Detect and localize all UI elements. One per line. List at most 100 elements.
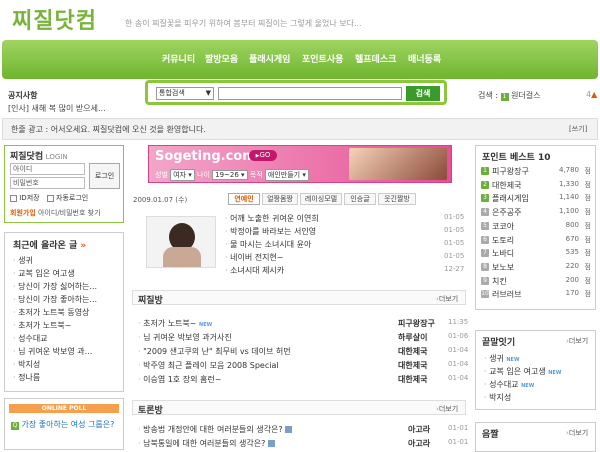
signup-link[interactable]: 회원가입 — [10, 209, 36, 217]
point-member-name[interactable]: 피구왕장구 — [492, 166, 529, 177]
banner-go-button[interactable]: ▶GO — [249, 150, 277, 161]
debate-board-header: 토론방 ›더보기 — [132, 400, 466, 416]
relay-item[interactable]: · 교복 입은 여고생 NEW — [484, 366, 561, 377]
celeb-post-date: 01-05 — [444, 213, 465, 221]
jjil-post-date: 01-04 — [448, 360, 469, 368]
auto-login-checkbox[interactable] — [46, 194, 54, 202]
debate-post-author[interactable]: 아고라 — [408, 424, 430, 435]
celeb-post-item[interactable]: · 네이버 전지현~ — [225, 252, 284, 263]
notice-link[interactable]: [인사] 새해 복 많이 받으세... — [8, 103, 106, 114]
tab-funny[interactable]: 웃긴짤방 — [378, 193, 416, 205]
jjil-post-item[interactable]: · "2009 샌고쿠의 난" 최무비 vs 데이브 허먼 — [138, 346, 291, 357]
celeb-post-item[interactable]: · 소녀시대 제시카 — [225, 265, 284, 276]
relay-item[interactable]: · 성수대교 NEW — [484, 379, 534, 390]
relay-item[interactable]: · 박지성 — [484, 392, 511, 403]
poll-question[interactable]: 가장 좋아하는 여성 그룹은? — [22, 420, 115, 429]
login-button[interactable]: 로그인 — [89, 163, 120, 189]
nav-banner-register[interactable]: 배너등록 — [408, 52, 441, 65]
find-account-link[interactable]: 아이디/비밀번호 찾기 — [38, 209, 101, 217]
recent-post-item[interactable]: · 성수대교 — [13, 333, 48, 344]
nav-community[interactable]: 커뮤니티 — [162, 52, 195, 65]
jjil-post-date: 01-04 — [448, 374, 469, 382]
password-input[interactable]: 비밀번호 — [10, 177, 85, 189]
bottom-right-more-link[interactable]: ›더보기 — [566, 428, 588, 438]
point-rank-badge: 8 — [481, 262, 489, 271]
jjil-more-link[interactable]: ›더보기 — [436, 294, 458, 304]
main-nav: 커뮤니티 짤방모음 플래시게임 포인트사용 헬프데스크 배너등록 — [2, 40, 598, 79]
nav-point-use[interactable]: 포인트사용 — [302, 52, 343, 65]
point-rank-badge: 7 — [481, 249, 489, 258]
point-unit: 점 — [584, 235, 591, 244]
sogeting-banner[interactable]: Sogeting.com ▶GO 성별 여자 ▾ 나이 19~26 ▾ 목적 애… — [148, 145, 452, 183]
point-member-name[interactable]: 대한제국 — [492, 180, 521, 191]
recent-post-item[interactable]: · 당신이 가장 좋아하는... — [13, 294, 97, 305]
recent-post-item[interactable]: · 님 귀여운 박보영 과... — [13, 346, 92, 357]
celeb-post-item[interactable]: · 어깨 노출한 귀여운 이연희 — [225, 213, 319, 224]
point-member-name[interactable]: 러브러브 — [492, 289, 521, 300]
banner-age-select[interactable]: 19~26 ▾ — [212, 170, 248, 180]
jjil-post-item[interactable]: · 이승엽 1호 장외 홈런~ — [138, 374, 221, 385]
nav-flash-game[interactable]: 플래시게임 — [249, 52, 290, 65]
banner-gender-select[interactable]: 여자 ▾ — [170, 169, 195, 181]
recent-post-item[interactable]: · 박지성 — [13, 359, 40, 370]
nav-jjalbang[interactable]: 짤방모음 — [205, 52, 238, 65]
point-score: 220 — [565, 261, 579, 270]
recent-post-item[interactable]: · 초저가 노트북~ — [13, 320, 72, 331]
point-rank-badge: 6 — [481, 235, 489, 244]
jjil-post-author[interactable]: 대한제국 — [398, 374, 427, 385]
recent-post-item[interactable]: · 교복 입은 여고생 — [13, 268, 75, 279]
tab-inseunggeul[interactable]: 인승글 — [344, 193, 376, 205]
nav-help-desk[interactable]: 헬프데스크 — [355, 52, 396, 65]
debate-more-link[interactable]: ›더보기 — [436, 404, 458, 414]
jjil-post-author[interactable]: 대한제국 — [398, 360, 427, 371]
relay-item[interactable]: · 생귀 NEW — [484, 353, 520, 364]
search-type-select[interactable]: 통합검색 ▼ — [156, 87, 214, 100]
tab-racing-model[interactable]: 레이싱모델 — [300, 193, 342, 205]
jjil-post-item[interactable]: · 님 귀여운 박보영 과거사진 — [138, 332, 232, 343]
point-member-name[interactable]: 노바디 — [492, 248, 514, 259]
login-title: 찌질닷컴 — [10, 152, 44, 162]
relay-more-link[interactable]: ›더보기 — [566, 336, 588, 346]
debate-post-item[interactable]: · 방송법 개정안에 대한 여러분들의 생각은? — [138, 424, 293, 435]
recent-post-item[interactable]: · 정나름 — [13, 372, 40, 383]
jjil-post-author[interactable]: 피구왕장구 — [398, 318, 435, 329]
celeb-post-item[interactable]: · 박정아를 바라보는 서인영 — [225, 226, 316, 237]
new-badge: NEW — [506, 357, 520, 363]
jjil-post-author[interactable]: 하루살이 — [398, 332, 427, 343]
id-input[interactable]: 아이디 — [10, 163, 85, 175]
jjil-board-title: 찌질방 — [138, 296, 163, 306]
jjil-post-item[interactable]: · 박주영 최근 플레이 모음 2008 Special — [138, 360, 279, 371]
current-date: 2009.01.07 (수) — [133, 196, 188, 204]
point-member-name[interactable]: 보노보 — [492, 262, 514, 273]
recent-posts-box: 최근에 올라온 글 » · 생귀 · 교복 입은 여고생 · 당신이 가장 싫어하는… — [4, 232, 124, 392]
point-member-name[interactable]: 코코아 — [492, 221, 514, 232]
recent-post-item[interactable]: · 생귀 — [13, 255, 33, 266]
popular-search-term[interactable]: 원더걸스 — [511, 91, 540, 100]
search-button[interactable]: 검색 — [406, 86, 440, 101]
celeb-post-item[interactable]: · 물 마시는 소녀시대 윤아 — [225, 239, 311, 250]
point-member-name[interactable]: 도토리 — [492, 235, 514, 246]
site-logo[interactable]: 찌질닷컴 — [12, 3, 97, 35]
debate-post-item[interactable]: · 남북통일에 대한 여러분들의 생각은? — [138, 438, 275, 449]
poll-box: ONLINE POLL Q 가장 좋아하는 여성 그룹은? — [4, 398, 124, 450]
jjil-post-author[interactable]: 대한제국 — [398, 346, 427, 357]
jjil-post-item[interactable]: · 초저가 노트북~ NEW — [138, 318, 212, 329]
point-unit: 점 — [584, 194, 591, 203]
point-member-name[interactable]: 은주공주 — [492, 207, 521, 218]
jjil-post-date: 11:35 — [448, 318, 469, 326]
ad-write-link[interactable]: [쓰기] — [569, 124, 587, 134]
point-rank-badge: 2 — [481, 180, 489, 189]
banner-gender-label: 성별 — [155, 171, 168, 179]
point-unit: 점 — [584, 221, 591, 230]
tab-ulzzang[interactable]: 얼짱몸짱 — [262, 193, 298, 205]
recent-post-item[interactable]: · 초저가 노트북 동영상 — [13, 307, 89, 318]
debate-post-author[interactable]: 아고라 — [408, 438, 430, 449]
recent-post-item[interactable]: · 당신이 가장 싫어하는... — [13, 281, 97, 292]
save-id-checkbox[interactable] — [10, 194, 17, 202]
celeb-thumbnail[interactable] — [146, 216, 216, 268]
banner-purpose-select[interactable]: 애인만들기 ▾ — [264, 169, 309, 181]
search-input[interactable] — [218, 87, 402, 100]
point-member-name[interactable]: 플래시게임 — [492, 193, 529, 204]
tab-celebrity[interactable]: 연예인 — [228, 193, 260, 205]
point-member-name[interactable]: 치킨 — [492, 276, 507, 287]
